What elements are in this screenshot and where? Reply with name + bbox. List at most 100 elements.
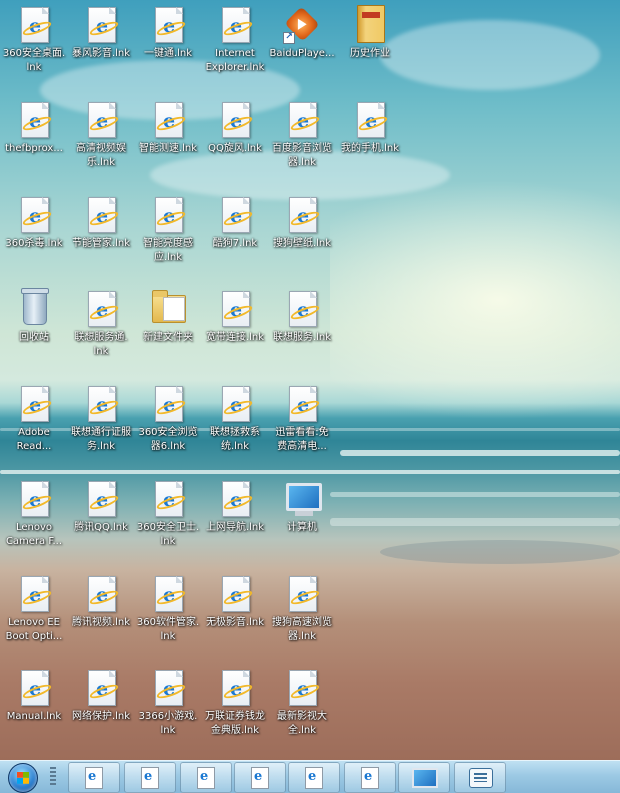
desktop-icon[interactable]: e 3366小游戏. lnk bbox=[134, 668, 202, 738]
desktop-icon[interactable]: e Internet Explorer.lnk bbox=[201, 5, 269, 75]
ie-shortcut-icon: e bbox=[14, 479, 54, 519]
ie-document-icon bbox=[251, 767, 269, 789]
desktop-icon-label: 回收站 bbox=[19, 332, 49, 343]
desktop-icon-label: BaiduPlaye... bbox=[269, 48, 335, 59]
desktop-icon[interactable]: e 360杀毒.lnk bbox=[0, 195, 68, 251]
recycle-bin-icon bbox=[14, 288, 54, 329]
desktop-icon[interactable]: e 一键通.lnk bbox=[134, 5, 202, 61]
ie-shortcut-icon: e bbox=[215, 479, 255, 519]
ie-shortcut-icon: e bbox=[215, 100, 255, 140]
start-button[interactable] bbox=[2, 761, 42, 793]
taskbar-button[interactable] bbox=[180, 762, 232, 793]
desktop-icon-label: 节能管家.lnk bbox=[71, 238, 131, 249]
ie-document-icon bbox=[305, 767, 323, 789]
desktop-icon-label: 360杀毒.lnk bbox=[5, 238, 63, 249]
ie-document-icon bbox=[141, 767, 159, 789]
desktop-icon[interactable]: e 无极影音.lnk bbox=[201, 574, 269, 630]
ie-shortcut-icon: e bbox=[14, 384, 54, 424]
taskbar-button[interactable] bbox=[288, 762, 340, 793]
taskbar-button[interactable] bbox=[124, 762, 176, 793]
desktop-icon[interactable]: e 360安全卫士. lnk bbox=[134, 479, 202, 549]
desktop-icon[interactable]: e 联想服务通. lnk bbox=[67, 289, 135, 359]
desktop-icon[interactable]: e QQ旋风.lnk bbox=[201, 100, 269, 156]
desktop-icon[interactable]: e 上网导航.lnk bbox=[201, 479, 269, 535]
taskbar-button[interactable] bbox=[454, 762, 506, 793]
ie-shortcut-icon: e bbox=[148, 384, 188, 424]
desktop-icon[interactable]: e 网络保护.lnk bbox=[67, 668, 135, 724]
ie-shortcut-icon: e bbox=[148, 574, 188, 614]
desktop-icon[interactable]: 回收站 bbox=[0, 288, 68, 345]
desktop-icon[interactable]: e 搜狗高速浏览 器.lnk bbox=[268, 574, 336, 644]
windows-start-orb-icon bbox=[8, 763, 38, 793]
ie-shortcut-icon: e bbox=[148, 479, 188, 519]
taskbar-button[interactable] bbox=[234, 762, 286, 793]
desktop-icon-label: 智能亮度感 应.lnk bbox=[143, 238, 193, 263]
desktop-icon-label: 历史作业 bbox=[350, 48, 390, 59]
desktop-icon[interactable]: 历史作业 bbox=[336, 5, 404, 61]
desktop-icon[interactable]: e 智能测速.lnk bbox=[134, 100, 202, 156]
desktop-icon-label: 宽带连接.lnk bbox=[205, 332, 265, 343]
desktop-icon[interactable]: ↗ BaiduPlaye... bbox=[268, 5, 336, 61]
taskbar-grip[interactable] bbox=[50, 767, 56, 787]
desktop-icon[interactable]: e 暴风影音.lnk bbox=[67, 5, 135, 61]
ie-document-icon bbox=[361, 767, 379, 789]
desktop-icon-label: 联想通行证服 务.lnk bbox=[71, 427, 131, 452]
desktop-icon[interactable]: e 万联证券钱龙 金典版.lnk bbox=[201, 668, 269, 738]
ie-shortcut-icon: e bbox=[215, 289, 255, 329]
chat-window-icon bbox=[469, 768, 493, 788]
desktop-icon-label: 酷狗7.lnk bbox=[212, 238, 258, 249]
desktop-icon[interactable]: e Manual.lnk bbox=[0, 668, 68, 724]
ie-shortcut-icon: e bbox=[350, 100, 390, 140]
desktop-icon-label: 联想服务.lnk bbox=[272, 332, 332, 343]
ie-shortcut-icon: e bbox=[81, 5, 121, 45]
desktop-icon-label: 联想拯救系 统.lnk bbox=[210, 427, 260, 452]
desktop-icon[interactable]: e 360安全桌面. lnk bbox=[0, 5, 68, 75]
desktop-icon[interactable]: e 最新影视大 全.lnk bbox=[268, 668, 336, 738]
desktop-icon[interactable]: 新建文件夹 bbox=[134, 289, 202, 345]
desktop-icon-label: 联想服务通. lnk bbox=[74, 332, 128, 357]
desktop-icon[interactable]: e 联想拯救系 统.lnk bbox=[201, 384, 269, 454]
desktop-icon[interactable]: e thefbprox... bbox=[0, 100, 68, 156]
desktop-icon[interactable]: e 360安全浏览 器6.lnk bbox=[134, 384, 202, 454]
desktop-icon[interactable]: e 百度影音浏览 器.lnk bbox=[268, 100, 336, 170]
ie-shortcut-icon: e bbox=[148, 5, 188, 45]
desktop-icon[interactable]: e 我的手机.lnk bbox=[336, 100, 404, 156]
ie-shortcut-icon: e bbox=[81, 100, 121, 140]
desktop-icon[interactable]: e 高清视频娱 乐.lnk bbox=[67, 100, 135, 170]
desktop-icon[interactable]: e 迅雷看看:免 费高清电... bbox=[268, 384, 336, 454]
desktop-icon[interactable]: e 360软件管家. lnk bbox=[134, 574, 202, 644]
desktop-icon[interactable]: e 搜狗壁纸.lnk bbox=[268, 195, 336, 251]
desktop-icon[interactable]: e Adobe Read... bbox=[0, 384, 68, 454]
ie-document-icon bbox=[197, 767, 215, 789]
desktop-icon[interactable]: e 智能亮度感 应.lnk bbox=[134, 195, 202, 265]
wave bbox=[0, 470, 620, 474]
cloud bbox=[380, 20, 600, 90]
desktop-icon[interactable]: e 腾讯视频.lnk bbox=[67, 574, 135, 630]
desktop-icon[interactable]: e Lenovo EE Boot Opti... bbox=[0, 574, 68, 644]
ie-shortcut-icon: e bbox=[215, 195, 255, 235]
desktop-icon[interactable]: e 宽带连接.lnk bbox=[201, 289, 269, 345]
desktop-icon[interactable]: 计算机 bbox=[268, 479, 336, 535]
ie-shortcut-icon: e bbox=[282, 384, 322, 424]
desktop-icon[interactable]: e 节能管家.lnk bbox=[67, 195, 135, 251]
taskbar-button[interactable] bbox=[68, 762, 120, 793]
desktop-icon[interactable]: e 联想服务.lnk bbox=[268, 289, 336, 345]
desktop-icon-label: 3366小游戏. lnk bbox=[138, 711, 198, 736]
desktop-icon[interactable]: e Lenovo Camera F... bbox=[0, 479, 68, 549]
ie-shortcut-icon: e bbox=[215, 384, 255, 424]
desktop-icon-label: thefbprox... bbox=[5, 143, 63, 154]
taskbar-button[interactable] bbox=[398, 762, 450, 793]
desktop-icon[interactable]: e 腾讯QQ.lnk bbox=[67, 479, 135, 535]
desktop-icon[interactable]: e 联想通行证服 务.lnk bbox=[67, 384, 135, 454]
desktop-icon[interactable]: e 酷狗7.lnk bbox=[201, 195, 269, 251]
media-player-icon: ↗ bbox=[282, 5, 322, 45]
ie-shortcut-icon: e bbox=[81, 668, 121, 708]
desktop-icon-label: 腾讯QQ.lnk bbox=[74, 522, 128, 533]
ie-shortcut-icon: e bbox=[282, 100, 322, 140]
desktop-icon-label: 网络保护.lnk bbox=[71, 711, 131, 722]
desktop-icon-label: 360软件管家. lnk bbox=[136, 617, 200, 642]
ie-shortcut-icon: e bbox=[14, 668, 54, 708]
ie-shortcut-icon: e bbox=[282, 289, 322, 329]
ie-shortcut-icon: e bbox=[81, 384, 121, 424]
taskbar-button[interactable] bbox=[344, 762, 396, 793]
